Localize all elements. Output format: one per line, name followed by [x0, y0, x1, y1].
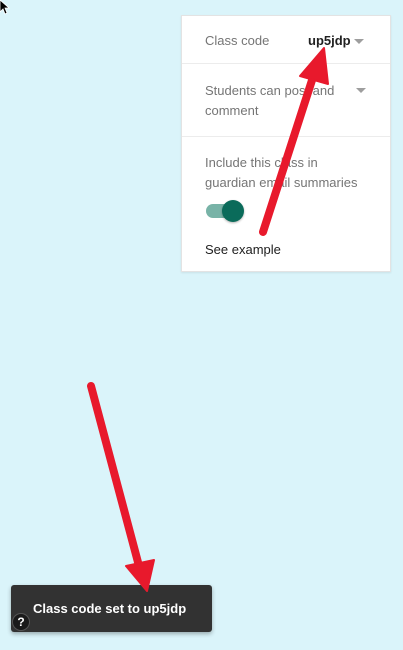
students-permission-label: Students can post and comment: [205, 83, 335, 118]
see-example-link[interactable]: See example: [205, 240, 281, 260]
students-post-row[interactable]: Students can post and comment: [182, 64, 390, 137]
class-code-value: up5jdp: [308, 33, 351, 48]
class-code-row[interactable]: Class code up5jdp: [182, 16, 390, 64]
arrow-to-toast: [87, 382, 155, 592]
snackbar-toast: Class code set to up5jdp: [11, 585, 212, 632]
guardian-summary-label: Include this class in guardian email sum…: [205, 155, 358, 190]
dropdown-caret-icon[interactable]: [354, 39, 364, 44]
dropdown-caret-icon[interactable]: [356, 88, 366, 93]
guardian-summary-toggle[interactable]: [204, 200, 244, 222]
cursor-icon: [0, 0, 11, 15]
class-settings-card: Class code up5jdp Students can post and …: [181, 15, 391, 272]
toggle-knob: [222, 200, 244, 222]
class-code-label: Class code: [205, 33, 270, 48]
toast-message: Class code set to up5jdp: [33, 601, 187, 616]
help-icon[interactable]: ?: [12, 613, 30, 631]
guardian-summary-row: Include this class in guardian email sum…: [182, 137, 390, 272]
